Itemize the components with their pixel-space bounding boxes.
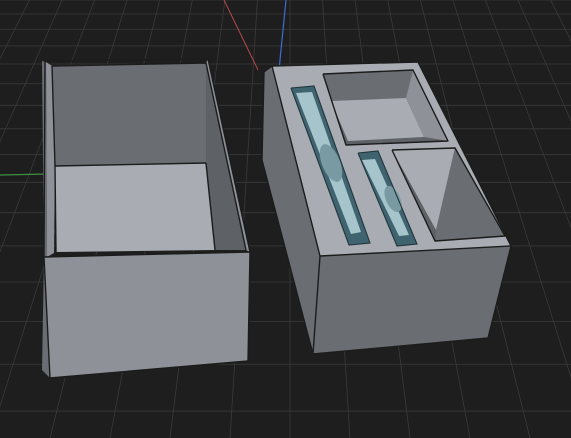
lid-front-wall bbox=[44, 252, 250, 378]
viewport-canvas[interactable] bbox=[0, 0, 571, 438]
3d-viewport[interactable] bbox=[0, 0, 571, 438]
organizer-front-wall bbox=[313, 246, 511, 354]
top-pocket-back-wall bbox=[323, 70, 413, 101]
lid-model[interactable] bbox=[42, 58, 251, 379]
